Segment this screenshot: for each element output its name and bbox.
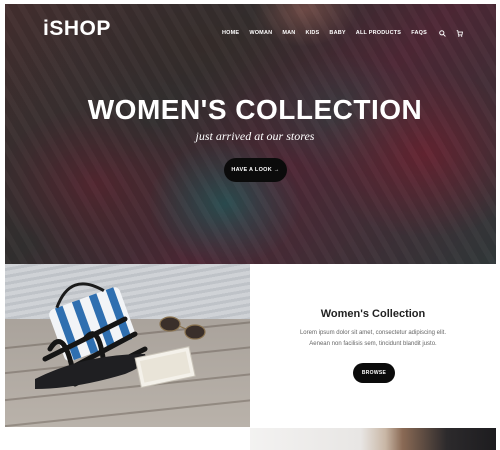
- nav-item-home[interactable]: HOME: [222, 30, 239, 36]
- nav-item-woman[interactable]: WOMAN: [249, 30, 272, 36]
- nav-item-baby[interactable]: BABY: [329, 30, 345, 36]
- hero-banner: iSHOP HOME WOMAN MAN KIDS BABY ALL PRODU…: [5, 4, 496, 264]
- search-icon[interactable]: [439, 29, 446, 37]
- have-a-look-button[interactable]: HAVE A LOOK →: [224, 158, 287, 182]
- next-section-image: [250, 428, 496, 450]
- nav-item-all-products[interactable]: ALL PRODUCTS: [356, 30, 401, 36]
- nav-item-man[interactable]: MAN: [282, 30, 295, 36]
- promo-image: [5, 264, 250, 427]
- hero-subtitle: just arrived at our stores: [195, 129, 315, 143]
- cart-icon[interactable]: [456, 29, 463, 37]
- beach-bag-sandals-illustration: [35, 282, 206, 389]
- site-logo[interactable]: iSHOP: [43, 17, 111, 41]
- promo-panel: Women's Collection Lorem ipsum dolor sit…: [250, 264, 496, 427]
- promo-text-line-2: Aenean non facilisis sem, tincidunt blan…: [309, 341, 437, 347]
- nav-item-kids[interactable]: KIDS: [305, 30, 319, 36]
- nav-item-faqs[interactable]: FAQS: [411, 30, 427, 36]
- browse-button[interactable]: BROWSE: [353, 363, 395, 383]
- promo-text-line-1: Lorem ipsum dolor sit amet, consectetur …: [299, 330, 447, 336]
- promo-description: Lorem ipsum dolor sit amet, consectetur …: [250, 328, 496, 350]
- promo-title: Women's Collection: [320, 308, 426, 320]
- hero-title: WOMEN'S COLLECTION: [87, 94, 423, 125]
- main-nav: HOME WOMAN MAN KIDS BABY ALL PRODUCTS FA…: [222, 28, 471, 38]
